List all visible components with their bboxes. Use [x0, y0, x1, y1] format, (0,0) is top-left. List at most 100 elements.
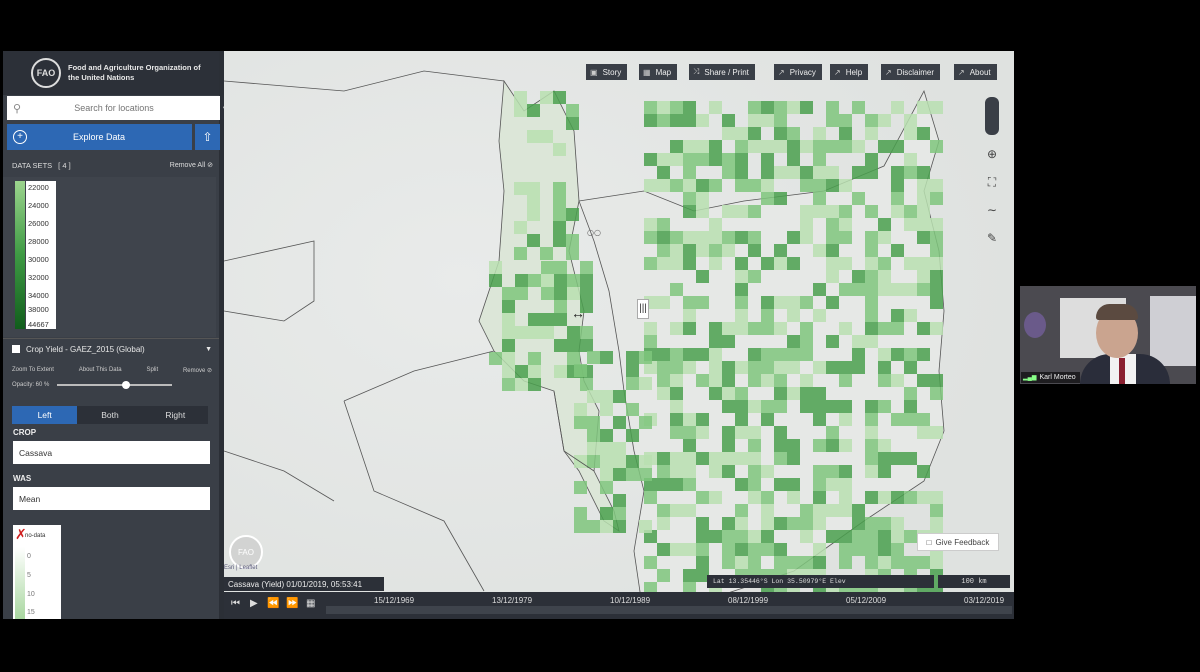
yield-cell [722, 530, 735, 543]
yield-cell [865, 465, 878, 478]
layer-header[interactable]: Crop Yield - GAEZ_2015 (Global) ▼ [12, 342, 212, 356]
yield-cell [852, 166, 865, 179]
yield-cell [891, 517, 904, 530]
yield-cell [735, 478, 748, 491]
opacity-slider-handle[interactable] [122, 381, 131, 389]
yield-cell [813, 491, 826, 504]
yield-cell [904, 153, 917, 166]
tab-both[interactable]: Both [77, 406, 142, 424]
yield-cell [626, 468, 639, 481]
legend-value: 24000 [28, 201, 49, 210]
map-canvas[interactable]: ○○ ▣ Story ▦ Map ⤨ Share / Print ↗ Privacy ↗… [224, 51, 1014, 619]
legend-value: 38000 [28, 305, 49, 314]
story-button[interactable]: ▣ Story [586, 64, 628, 80]
yield-cell [554, 261, 567, 274]
split-drag-arrows-icon[interactable]: ↔ [571, 305, 585, 321]
skip-start-icon[interactable]: ⏮ [231, 598, 240, 609]
yield-cell [657, 231, 670, 244]
tab-left[interactable]: Left [12, 406, 78, 424]
yield-cell [657, 543, 670, 556]
play-icon[interactable]: ▶ [250, 598, 258, 609]
yield-cell [735, 556, 748, 569]
map-attribution[interactable]: Esri | Leaflet [224, 565, 257, 571]
explore-data-button[interactable]: + Explore Data [7, 124, 192, 150]
external-link-icon: ↗ [834, 67, 841, 77]
disclaimer-button[interactable]: ↗ Disclaimer [881, 64, 941, 80]
yield-cell [540, 130, 553, 143]
search-input[interactable] [27, 102, 201, 114]
calendar-icon[interactable]: ▦ [306, 598, 315, 609]
yield-cell [527, 104, 540, 117]
yield-cell [852, 192, 865, 205]
yield-cell [800, 400, 813, 413]
step-back-icon[interactable]: ⏪ [267, 598, 279, 609]
yield-cell [865, 491, 878, 504]
split-button[interactable]: Split [146, 367, 158, 374]
disclaimer-label: Disclaimer [896, 67, 935, 77]
yield-cell [774, 556, 787, 569]
yield-cell [735, 179, 748, 192]
tab-right[interactable]: Right [143, 406, 208, 424]
locate-icon[interactable]: ⊕ [983, 147, 1001, 161]
yield-cell [878, 140, 891, 153]
remove-all-button[interactable]: Remove All ⊘ [170, 161, 213, 169]
yield-cell [917, 270, 930, 283]
upload-button[interactable]: ⇧ [195, 124, 220, 150]
remove-layer-button[interactable]: Remove ⊘ [183, 367, 212, 374]
share-print-button[interactable]: ⤨ Share / Print [689, 64, 755, 80]
yield-cell [696, 153, 709, 166]
about-data-button[interactable]: About This Data [79, 367, 122, 374]
opacity-slider[interactable] [57, 381, 173, 389]
give-feedback-button[interactable]: □ Give Feedback [917, 533, 999, 551]
measure-icon[interactable]: ∼ [983, 203, 1001, 217]
draw-pencil-icon[interactable]: ✎ [983, 231, 1001, 245]
yield-cell [657, 478, 670, 491]
yield-cell [735, 400, 748, 413]
zoom-control[interactable] [985, 97, 999, 135]
search-box[interactable]: ⚲ [7, 96, 220, 120]
fao-logo: FAO [31, 58, 61, 88]
yield-cell [865, 426, 878, 439]
yield-cell [683, 543, 696, 556]
yield-cell [878, 361, 891, 374]
yield-cell [528, 352, 541, 365]
yield-cell [787, 127, 800, 140]
zoom-to-extent-button[interactable]: Zoom To Extent [12, 367, 54, 374]
step-forward-icon[interactable]: ⏩ [286, 598, 298, 609]
yield-cell [761, 361, 774, 374]
help-button[interactable]: ↗ Help [830, 64, 869, 80]
was-select[interactable]: Mean [13, 487, 210, 510]
yield-cell [761, 400, 774, 413]
timeline-track[interactable] [326, 606, 1012, 614]
yield-cell [891, 140, 904, 153]
yield-cell [670, 101, 683, 114]
fullscreen-icon[interactable]: ⛶ [983, 175, 1001, 190]
crop-select[interactable]: Cassava [13, 441, 210, 464]
legend-values: 22000 24000 26000 28000 30000 32000 3400… [26, 181, 56, 329]
yield-cell [865, 205, 878, 218]
yield-cell [787, 153, 800, 166]
yield-cell [683, 296, 696, 309]
privacy-button[interactable]: ↗ Privacy [774, 64, 822, 80]
split-handle-icon[interactable]: ||| [637, 299, 649, 319]
yield-cell [587, 351, 600, 364]
yield-cell [787, 140, 800, 153]
yield-cell [613, 442, 626, 455]
yield-cell [787, 231, 800, 244]
yield-cell [515, 274, 528, 287]
yield-cell [657, 257, 670, 270]
yield-cell [930, 283, 943, 296]
yield-cell [709, 218, 722, 231]
chevron-down-icon[interactable]: ▼ [205, 346, 212, 353]
yield-cell [787, 452, 800, 465]
map-button[interactable]: ▦ Map [639, 64, 678, 80]
yield-cell [613, 520, 626, 533]
yield-cell [826, 361, 839, 374]
yield-cell [528, 326, 541, 339]
about-button[interactable]: ↗ About [954, 64, 997, 80]
yield-cell [735, 504, 748, 517]
yield-cell [748, 270, 761, 283]
yield-cell [865, 127, 878, 140]
layer-visibility-checkbox[interactable] [12, 345, 20, 353]
yield-cell [722, 439, 735, 452]
